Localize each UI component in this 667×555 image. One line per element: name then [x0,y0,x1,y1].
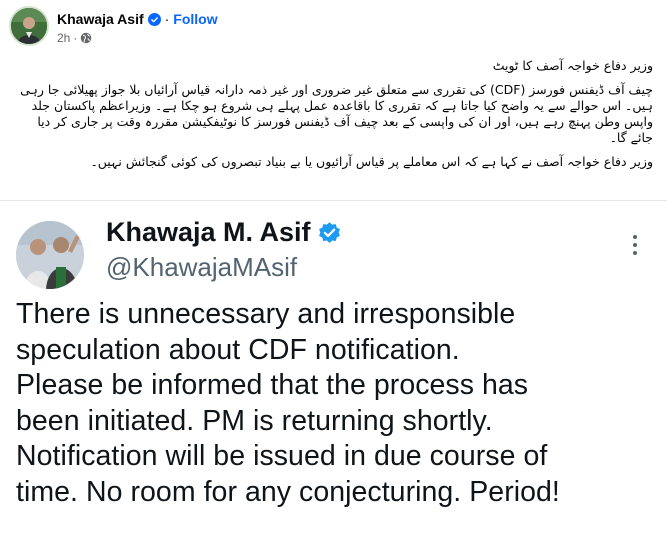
author-name[interactable]: Khawaja Asif [57,10,144,28]
verified-badge-icon [147,12,161,26]
author-avatar-image [11,8,47,44]
post-meta: 2h · [57,30,218,46]
tweet-line: been initiated. PM is returning shortly. [16,404,493,437]
tweet-author-name: Khawaja M. Asif [106,217,311,247]
meta-separator: · [73,31,78,45]
tweet-line: There is unnecessary and irresponsible [16,298,516,330]
more-options-icon [625,235,645,255]
header-separator: · [164,11,170,27]
verified-badge-icon [318,221,340,243]
tweet-avatar [16,221,84,289]
tweet-handle: @KhawajaMAsif [106,252,298,282]
post-header: Khawaja Asif · Follow 2h · [9,6,218,50]
follow-button[interactable]: Follow [173,10,217,28]
caption-paragraph: چیف آف ڈیفنس فورسز (CDF) کی تقرری سے متع… [20,82,653,145]
globe-icon[interactable] [80,32,92,44]
author-avatar[interactable] [9,6,49,46]
tweet-text: There is unnecessary and irresponsible s… [16,297,661,510]
post-timestamp[interactable]: 2h [57,30,70,46]
caption-paragraph: وزیر دفاع خواجہ آصف کا ٹویٹ [492,58,653,73]
tweet-line: Please be informed that the process has [16,369,529,401]
post-header-text: Khawaja Asif · Follow 2h · [57,10,218,46]
tweet-line: Notification will be issued in due cours… [16,440,548,472]
tweet-line: time. No room for any conjecturing. Peri… [16,475,560,508]
tweet-screenshot[interactable]: Khawaja M. Asif @KhawajaMAsif There is u… [0,200,667,555]
author-line: Khawaja Asif · Follow [57,10,218,28]
tweet-author-line: Khawaja M. Asif [106,215,342,249]
tweet-line: speculation about CDF notification. [16,333,460,366]
post-caption: وزیر دفاع خواجہ آصف کا ٹویٹ چیف آف ڈیفنس… [14,58,653,178]
caption-paragraph: وزیر دفاع خواجہ آصف نے کہا ہے کہ اس معام… [90,154,653,169]
tweet-avatar-image [16,221,84,289]
